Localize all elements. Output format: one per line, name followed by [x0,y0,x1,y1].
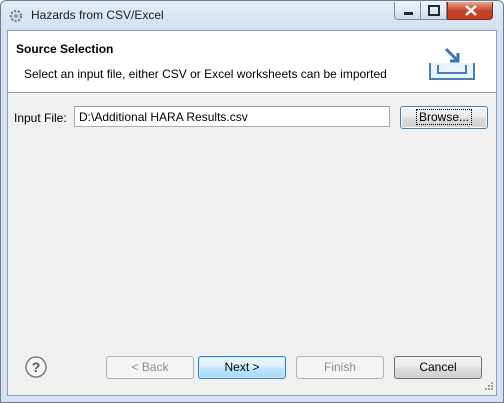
minimize-button[interactable] [394,2,421,20]
maximize-button[interactable] [421,2,447,20]
cancel-button[interactable]: Cancel [394,356,482,379]
gear-icon [9,9,23,23]
wizard-window: Hazards from CSV/Excel Source Selection … [0,0,504,403]
page-description: Select an input file, either CSV or Exce… [24,67,387,81]
title-bar[interactable]: Hazards from CSV/Excel [1,1,503,30]
input-file-field[interactable] [74,106,390,127]
close-icon [465,5,477,16]
wizard-content: Source Selection Select an input file, e… [7,30,497,396]
input-file-label: Input File: [14,111,67,125]
wizard-banner: Source Selection Select an input file, e… [8,31,496,93]
finish-button[interactable]: Finish [296,356,384,379]
minimize-icon [404,12,413,15]
next-button[interactable]: Next > [198,356,286,379]
resize-grip-icon[interactable] [484,381,494,391]
page-title: Source Selection [16,42,114,56]
browse-label: Browse... [415,109,472,125]
maximize-icon [428,5,440,16]
close-button[interactable] [447,2,493,20]
browse-button[interactable]: Browse... [400,106,488,129]
back-button[interactable]: < Back [106,356,194,379]
svg-text:?: ? [32,359,41,375]
help-icon[interactable]: ? [24,355,48,379]
window-title: Hazards from CSV/Excel [31,8,164,22]
import-tray-icon [429,47,475,80]
